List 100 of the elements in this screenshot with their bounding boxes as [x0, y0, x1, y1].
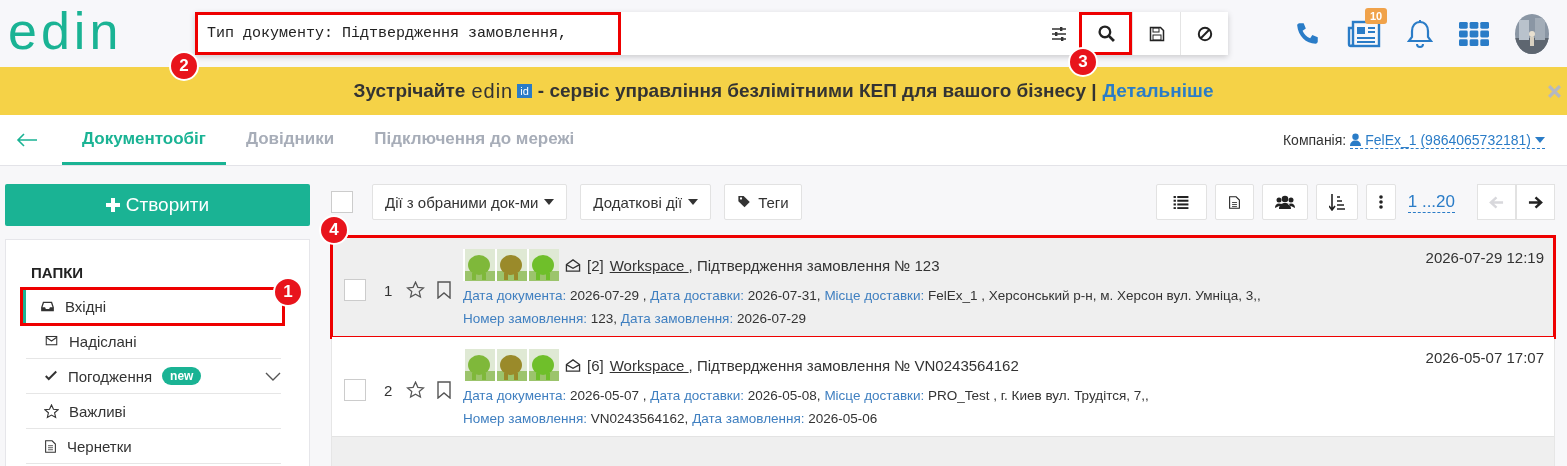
- search-icon: [1097, 25, 1115, 42]
- new-badge: new: [162, 367, 202, 385]
- folder-label: Чернетки: [67, 437, 132, 455]
- sender-link[interactable]: Workspace: [609, 356, 689, 374]
- folder-label: Погодження: [68, 367, 153, 385]
- field-value: 123,: [590, 311, 618, 326]
- caret-icon: [688, 199, 699, 205]
- field-label: Дата документа:: [463, 388, 567, 403]
- document-title: , Підтвердження замовлення № VN0243564162: [688, 356, 1019, 374]
- folder-label: Вхідні: [65, 297, 107, 315]
- left-arrow-icon: [1489, 195, 1504, 209]
- notification-count: 10: [1365, 7, 1388, 24]
- logo: edin: [8, 4, 124, 57]
- field-label: Дата доставки:: [650, 288, 745, 303]
- prohibited-icon: [1196, 25, 1213, 42]
- caret-icon: [1535, 136, 1545, 143]
- caret-icon: [544, 199, 555, 205]
- folder-label: Надіслані: [69, 332, 137, 350]
- field-value: 2026-07-31,: [747, 288, 821, 303]
- document-view-button[interactable]: [1214, 184, 1254, 220]
- annotation-badge: 4: [319, 215, 349, 245]
- company-selector[interactable]: FelEx_1 (9864065732181): [1350, 131, 1545, 149]
- users-icon: [1274, 195, 1295, 209]
- sort-button[interactable]: [1315, 184, 1358, 220]
- message-count: [6]: [587, 356, 604, 374]
- field-value: 2026-05-07 ,: [570, 388, 647, 403]
- pagination-link[interactable]: 1 ...20: [1407, 191, 1455, 213]
- users-button[interactable]: [1261, 184, 1308, 220]
- document-date: 2026-05-07 17:07: [1425, 349, 1544, 366]
- folder-item[interactable]: Важливі: [26, 394, 281, 429]
- field-label: Місце доставки:: [824, 388, 925, 403]
- field-value: 2026-07-29 ,: [570, 288, 647, 303]
- cancel-button[interactable]: [1180, 12, 1228, 55]
- field-value: 2026-05-08,: [747, 388, 821, 403]
- banner-logo: edin: [471, 79, 514, 103]
- field-label: Місце доставки:: [824, 288, 925, 303]
- annotation-badge: 2: [169, 51, 199, 81]
- open-envelope-icon: [565, 357, 581, 373]
- sort-icon: [1328, 193, 1345, 211]
- filter-button[interactable]: [1039, 12, 1079, 55]
- action-button[interactable]: Додаткові дії: [580, 184, 712, 220]
- banner-text: Зустрічайте: [353, 80, 466, 102]
- right-arrow-icon: [1528, 195, 1543, 209]
- vertical-dots-icon: [1378, 195, 1383, 209]
- star-icon: [44, 403, 59, 419]
- document-date: 2026-07-29 12:19: [1425, 249, 1544, 266]
- field-label: Номер замовлення:: [463, 411, 587, 426]
- field-label: Номер замовлення:: [463, 311, 587, 326]
- field-label: Дата доставки:: [650, 388, 745, 403]
- open-envelope-icon: [565, 257, 581, 273]
- bell-icon: [1407, 18, 1433, 49]
- document-icon: [1227, 194, 1241, 210]
- document-row[interactable]: [332, 337, 1554, 437]
- sliders-icon: [1050, 25, 1068, 42]
- row-checkbox[interactable]: [344, 279, 366, 301]
- action-button[interactable]: Теги: [724, 184, 802, 220]
- message-count: [2]: [587, 256, 604, 274]
- section-heading: ПАПКИ: [30, 264, 85, 281]
- field-label: Дата замовлення:: [692, 411, 805, 426]
- search-button[interactable]: [1079, 12, 1132, 55]
- document-title: , Підтвердження замовлення № 123: [688, 256, 940, 274]
- banner-text: - сервіс управління безлімітними КЕП для вашого бізнесу |: [537, 80, 1097, 102]
- row-checkbox[interactable]: [344, 379, 366, 401]
- company-label: Компанія:: [1282, 132, 1347, 148]
- folder-item[interactable]: Погодження new: [26, 359, 281, 394]
- check-icon: [44, 370, 58, 382]
- folder-label: Важливі: [69, 402, 126, 420]
- logo-badge: id: [517, 84, 532, 98]
- plus-icon: [105, 198, 120, 212]
- chevron-down-icon[interactable]: [265, 371, 281, 381]
- inbox-icon: [40, 299, 55, 313]
- phone-icon: [1295, 20, 1321, 47]
- field-label: Дата документа:: [463, 288, 567, 303]
- folder-item[interactable]: Чернетки: [26, 429, 281, 464]
- star-icon: [406, 381, 425, 399]
- document-row[interactable]: [332, 237, 1554, 337]
- field-value: PRO_Test , г. Киев вул. Трудітся, 7,,: [928, 388, 1149, 403]
- envelope-icon: [44, 335, 59, 347]
- action-button[interactable]: Дії з обраними док-ми: [372, 184, 568, 220]
- grid-icon: [1459, 20, 1489, 47]
- list-view-button[interactable]: [1155, 184, 1207, 220]
- select-all-checkbox[interactable]: [331, 191, 353, 213]
- field-value: FelEx_1 , Херсонський р-н, м. Херсон вул. Умніца, 3,,: [928, 288, 1261, 303]
- sender-link[interactable]: Workspace: [609, 256, 689, 274]
- field-value: 2026-07-29: [736, 311, 806, 326]
- field-value: VN0243564162,: [590, 411, 689, 426]
- back-arrow-icon: [16, 133, 38, 147]
- next-page-button[interactable]: [1516, 184, 1555, 220]
- newspaper-icon: [1347, 18, 1381, 49]
- star-icon: [406, 281, 425, 299]
- bookmark-icon: [437, 381, 451, 399]
- row-number: 2: [384, 381, 394, 399]
- folder-item[interactable]: Вхідні: [22, 289, 283, 324]
- folder-item[interactable]: Надіслані: [26, 324, 281, 359]
- bookmark-icon: [437, 281, 451, 299]
- save-button[interactable]: [1132, 12, 1180, 55]
- field-value: 2026-05-06: [808, 411, 878, 426]
- more-button[interactable]: [1365, 184, 1396, 220]
- user-icon: [1350, 133, 1362, 146]
- field-label: Дата замовлення:: [620, 311, 734, 326]
